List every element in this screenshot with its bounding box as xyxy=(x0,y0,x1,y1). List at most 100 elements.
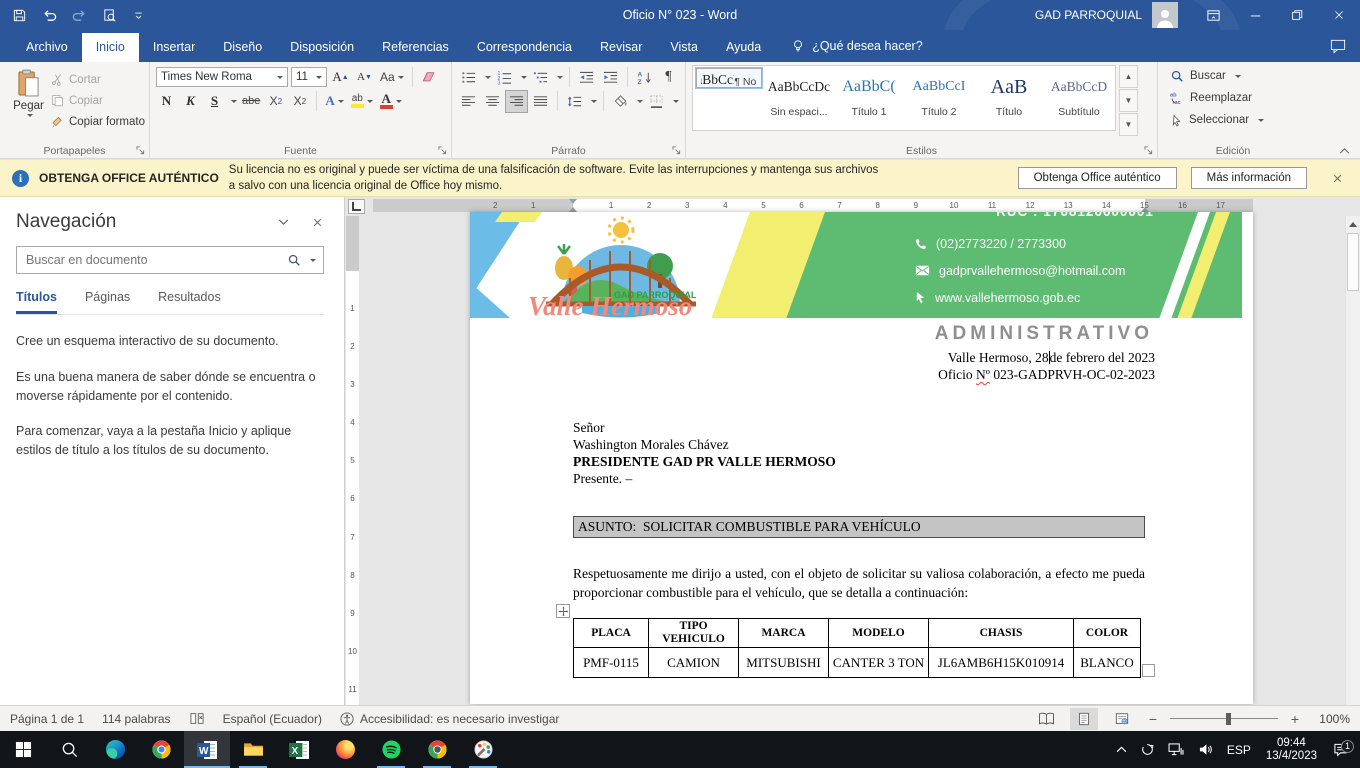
subscript-button[interactable]: X2 xyxy=(265,91,286,112)
table-resize-handle[interactable] xyxy=(1142,664,1155,677)
paint-icon[interactable] xyxy=(460,731,506,768)
pane-options-chevron-icon[interactable] xyxy=(278,219,289,225)
account-name[interactable]: GAD PARROQUIAL xyxy=(1035,8,1142,22)
restore-icon[interactable] xyxy=(1276,0,1318,30)
show-marks-button[interactable]: ¶ xyxy=(658,67,679,88)
firefox-icon[interactable] xyxy=(322,731,368,768)
horizontal-ruler[interactable]: 2 1 1234567891011121314151617 xyxy=(373,198,1344,213)
chrome-icon[interactable] xyxy=(138,731,184,768)
tab-revisar[interactable]: Revisar xyxy=(586,33,656,62)
text-effects-button[interactable]: A xyxy=(323,91,345,112)
select-button[interactable]: Seleccionar xyxy=(1170,109,1304,131)
ribbon-display-options-icon[interactable] xyxy=(1192,0,1234,30)
save-icon[interactable] xyxy=(12,8,27,23)
word-count[interactable]: 114 palabras xyxy=(102,712,171,726)
tab-inicio[interactable]: Inicio xyxy=(82,33,139,62)
scrollbar-thumb[interactable] xyxy=(1347,233,1359,291)
find-button[interactable]: Buscar xyxy=(1170,65,1304,87)
page-count[interactable]: Página 1 de 1 xyxy=(10,712,84,726)
zoom-slider-thumb[interactable] xyxy=(1226,713,1231,725)
pane-close-icon[interactable] xyxy=(311,216,324,229)
align-left-icon[interactable] xyxy=(458,91,479,112)
tray-network-icon[interactable] xyxy=(1161,743,1191,756)
accessibility-status[interactable]: Accesibilidad: es necesario investigar xyxy=(340,712,559,726)
read-mode-icon[interactable] xyxy=(1032,708,1060,730)
table-move-handle[interactable] xyxy=(556,604,570,618)
zoom-in-button[interactable]: + xyxy=(1288,711,1302,727)
close-icon[interactable] xyxy=(1318,0,1360,30)
font-color-button[interactable]: A xyxy=(378,91,404,112)
style-normal[interactable]: AaBbCcDc ¶ Normal xyxy=(696,68,762,88)
search-input[interactable] xyxy=(24,252,281,268)
highlight-button[interactable]: ab xyxy=(349,91,375,112)
style-titulo-1[interactable]: AaBbC( Título 1 xyxy=(836,68,902,128)
tab-insertar[interactable]: Insertar xyxy=(139,33,209,62)
font-dialog-launcher-icon[interactable] xyxy=(438,146,447,155)
tray-sync-icon[interactable] xyxy=(1134,743,1161,756)
shading-icon[interactable] xyxy=(610,91,631,112)
first-line-indent-marker[interactable] xyxy=(569,199,577,204)
print-layout-icon[interactable] xyxy=(1070,708,1098,730)
web-layout-icon[interactable] xyxy=(1108,708,1136,730)
styles-scroll-down-icon[interactable]: ▼ xyxy=(1119,89,1138,112)
chrome-profile-icon[interactable] xyxy=(414,731,460,768)
italic-button[interactable]: K xyxy=(180,91,201,112)
paragraph-dialog-launcher-icon[interactable] xyxy=(672,146,681,155)
styles-dialog-launcher-icon[interactable] xyxy=(1144,146,1153,155)
line-spacing-icon[interactable] xyxy=(564,91,585,112)
zoom-out-button[interactable]: − xyxy=(1146,711,1160,727)
styles-more-icon[interactable]: ▼ xyxy=(1119,113,1138,136)
tray-volume-icon[interactable] xyxy=(1191,743,1220,756)
undo-icon[interactable] xyxy=(42,8,57,23)
vertical-scrollbar[interactable] xyxy=(1345,216,1360,705)
redo-icon[interactable] xyxy=(72,8,87,23)
style-subtitulo[interactable]: AaBbCcD Subtítulo xyxy=(1046,68,1112,128)
vehicle-table[interactable]: PLACA TIPO VEHICULO MARCA MODELO CHASIS … xyxy=(573,618,1141,678)
align-right-icon[interactable] xyxy=(506,91,527,112)
numbering-icon[interactable]: 123 xyxy=(494,67,515,88)
font-size-select[interactable]: 11 xyxy=(291,67,327,87)
excel-icon[interactable]: X xyxy=(276,731,322,768)
nav-tab-resultados[interactable]: Resultados xyxy=(158,290,221,314)
tray-chevron-icon[interactable] xyxy=(1109,746,1134,753)
cut-button[interactable]: Cortar xyxy=(51,69,145,90)
scroll-up-icon[interactable] xyxy=(1346,216,1360,232)
zoom-slider[interactable] xyxy=(1170,718,1278,720)
superscript-button[interactable]: X2 xyxy=(289,91,310,112)
taskbar-search-icon[interactable] xyxy=(46,731,92,768)
strikethrough-button[interactable]: abe xyxy=(240,91,262,112)
tab-ayuda[interactable]: Ayuda xyxy=(712,33,775,62)
word-icon[interactable]: W xyxy=(184,731,230,768)
tell-me-box[interactable]: ¿Qué desea hacer? xyxy=(775,39,933,62)
zoom-level[interactable]: 100% xyxy=(1312,712,1350,726)
tray-clock[interactable]: 09:44 13/4/2023 xyxy=(1258,737,1325,763)
tab-correspondencia[interactable]: Correspondencia xyxy=(463,33,586,62)
tab-referencias[interactable]: Referencias xyxy=(368,33,463,62)
clipboard-dialog-launcher-icon[interactable] xyxy=(136,146,145,155)
copy-button[interactable]: Copiar xyxy=(51,90,145,111)
edge-icon[interactable] xyxy=(92,731,138,768)
tab-diseno[interactable]: Diseño xyxy=(209,33,276,62)
underline-button[interactable]: S xyxy=(204,91,225,112)
tab-archivo[interactable]: Archivo xyxy=(12,33,82,62)
justify-icon[interactable] xyxy=(530,91,551,112)
grow-font-button[interactable]: A▲ xyxy=(330,67,351,88)
customize-qat-icon[interactable] xyxy=(132,9,145,22)
style-titulo-2[interactable]: AaBbCcI Título 2 xyxy=(906,68,972,128)
style-sin-espaciado[interactable]: AaBbCcDc Sin espaci... xyxy=(766,68,832,128)
action-center-icon[interactable]: 1 xyxy=(1325,743,1360,757)
avatar[interactable] xyxy=(1152,2,1178,28)
tab-stop-selector[interactable] xyxy=(348,199,365,214)
paste-button[interactable]: Pegar xyxy=(6,65,51,142)
language-status[interactable]: Español (Ecuador) xyxy=(223,712,322,726)
tab-disposicion[interactable]: Disposición xyxy=(276,33,368,62)
start-button[interactable] xyxy=(0,731,46,768)
more-info-button[interactable]: Más información xyxy=(1191,167,1307,189)
bold-button[interactable]: N xyxy=(156,91,177,112)
tray-language[interactable]: ESP xyxy=(1220,743,1258,757)
file-explorer-icon[interactable] xyxy=(230,731,276,768)
search-icon[interactable] xyxy=(287,253,301,267)
format-painter-button[interactable]: Copiar formato xyxy=(51,111,145,132)
decrease-indent-icon[interactable] xyxy=(576,67,597,88)
comments-icon[interactable] xyxy=(1330,39,1346,62)
